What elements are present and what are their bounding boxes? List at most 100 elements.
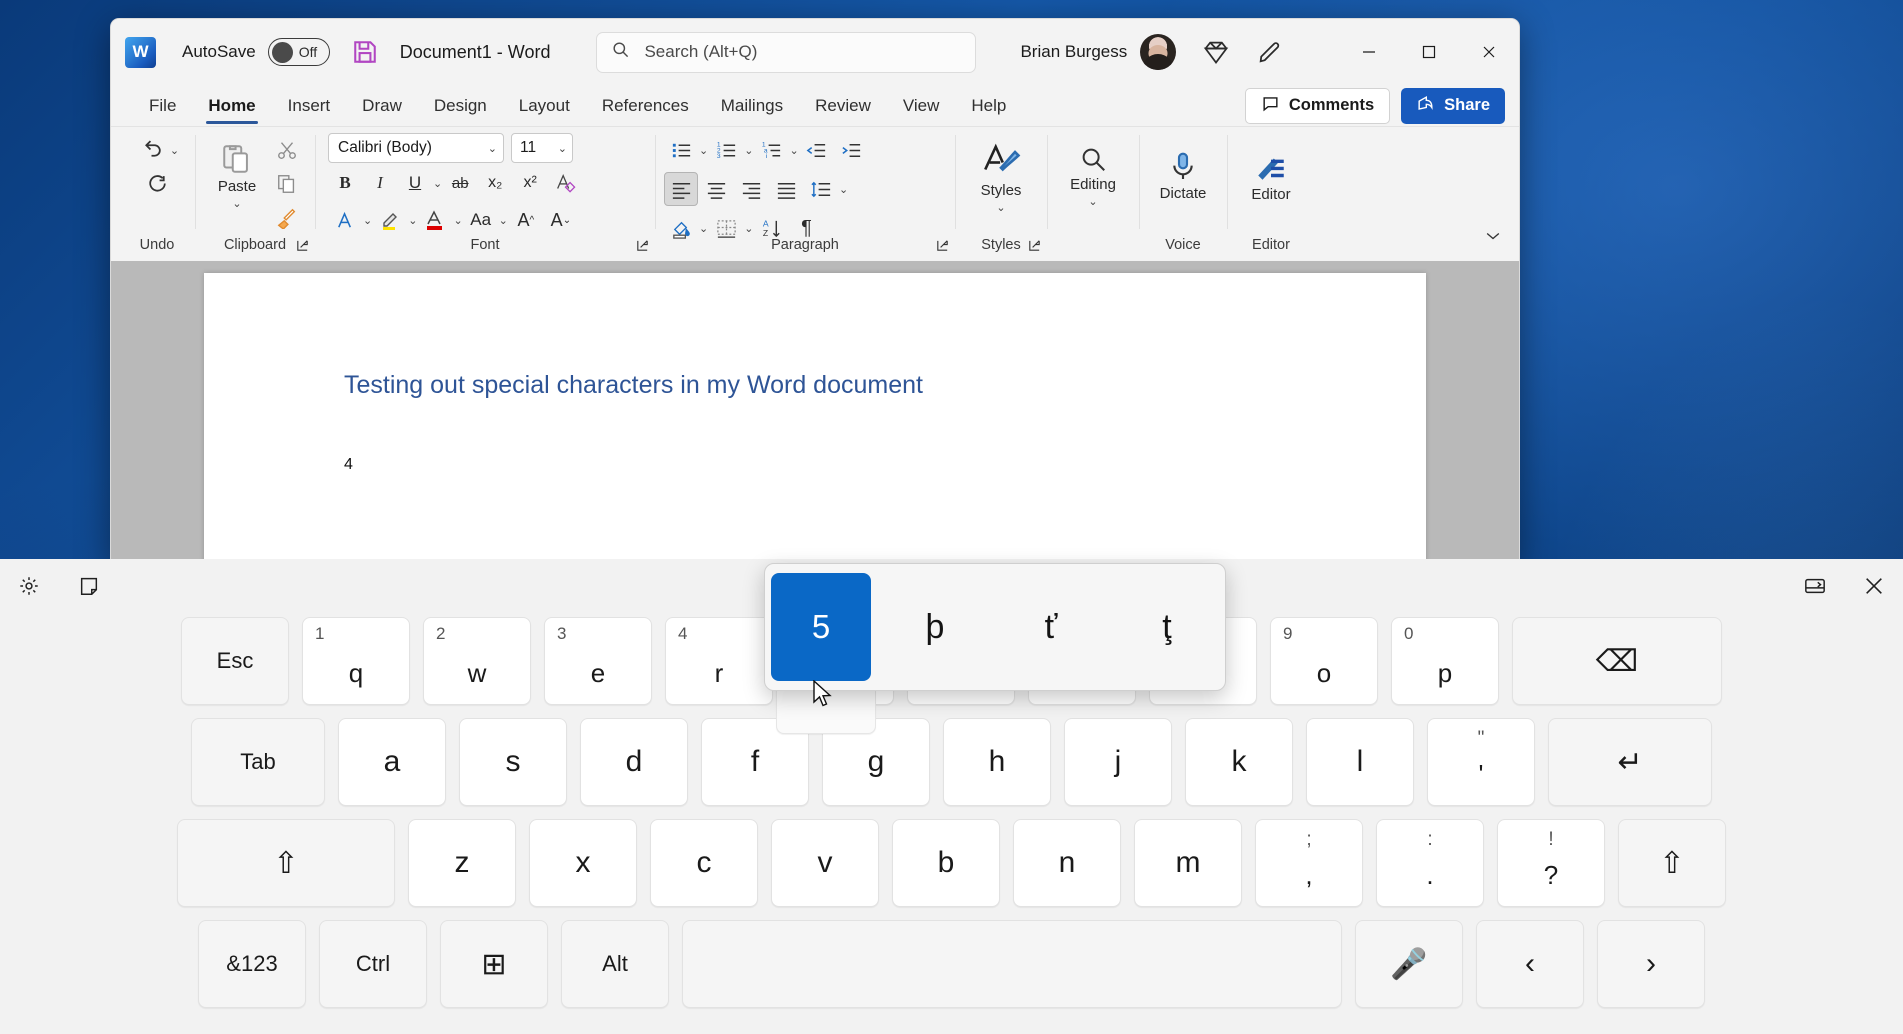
redo-button[interactable]	[135, 167, 179, 201]
save-icon[interactable]	[352, 39, 378, 65]
char-option-1[interactable]: þ	[877, 608, 993, 647]
comments-button[interactable]: Comments	[1245, 88, 1390, 124]
key-r[interactable]: 4r	[665, 617, 773, 705]
text-highlight-dropdown-icon[interactable]: ⌄	[408, 214, 417, 227]
key-c[interactable]: c	[650, 819, 758, 907]
bold-button[interactable]: B	[328, 166, 362, 200]
search-input[interactable]: Search (Alt+Q)	[596, 32, 976, 73]
close-icon[interactable]	[1863, 575, 1885, 602]
borders-dropdown-icon[interactable]: ⌄	[744, 222, 753, 235]
undo-dropdown-icon[interactable]: ⌄	[170, 144, 179, 157]
key-q[interactable]: 1q	[302, 617, 410, 705]
key-a[interactable]: a	[338, 718, 446, 806]
key-ctrl[interactable]: Ctrl	[319, 920, 427, 1008]
multilevel-list-button[interactable]: 1ai	[754, 133, 788, 167]
grow-font-button[interactable]: A^	[509, 203, 543, 237]
key-v[interactable]: v	[771, 819, 879, 907]
text-effects-dropdown-icon[interactable]: ⌄	[363, 214, 372, 227]
align-right-button[interactable]	[734, 172, 768, 206]
key-apostrophe[interactable]: "'	[1427, 718, 1535, 806]
align-left-button[interactable]	[664, 172, 698, 206]
numbered-list-button[interactable]: 123	[709, 133, 743, 167]
key-o[interactable]: 9o	[1270, 617, 1378, 705]
document-page[interactable]: Testing out special characters in my Wor…	[204, 273, 1426, 563]
editing-button[interactable]: Editing ⌄	[1062, 133, 1124, 219]
key-question[interactable]: !?	[1497, 819, 1605, 907]
tab-design[interactable]: Design	[418, 85, 503, 126]
tab-help[interactable]: Help	[955, 85, 1022, 126]
key-arrow-left[interactable]: ‹	[1476, 920, 1584, 1008]
italic-button[interactable]: I	[363, 166, 397, 200]
paste-button[interactable]: Paste ⌄	[206, 133, 268, 219]
tab-insert[interactable]: Insert	[272, 85, 347, 126]
shrink-font-button[interactable]: A⌄	[544, 203, 578, 237]
numbered-list-dropdown-icon[interactable]: ⌄	[744, 144, 753, 157]
minimize-button[interactable]	[1339, 19, 1399, 85]
diamond-icon[interactable]	[1202, 38, 1230, 66]
decrease-indent-button[interactable]	[800, 133, 834, 167]
maximize-button[interactable]	[1399, 19, 1459, 85]
share-button[interactable]: Share	[1401, 88, 1505, 124]
shading-dropdown-icon[interactable]: ⌄	[699, 222, 708, 235]
key-b[interactable]: b	[892, 819, 1000, 907]
tab-view[interactable]: View	[887, 85, 956, 126]
autosave-toggle[interactable]: Off	[268, 38, 330, 66]
key-d[interactable]: d	[580, 718, 688, 806]
font-size-dropdown-icon[interactable]: ⌄	[558, 142, 567, 155]
key-s[interactable]: s	[459, 718, 567, 806]
key-symbols[interactable]: &123	[198, 920, 306, 1008]
paragraph-dialog-launcher-icon[interactable]	[935, 238, 951, 254]
key-j[interactable]: j	[1064, 718, 1172, 806]
align-center-button[interactable]	[699, 172, 733, 206]
subscript-button[interactable]: x₂	[478, 166, 512, 200]
strikethrough-button[interactable]: ab	[443, 166, 477, 200]
key-h[interactable]: h	[943, 718, 1051, 806]
tab-draw[interactable]: Draw	[346, 85, 418, 126]
key-z[interactable]: z	[408, 819, 516, 907]
clear-formatting-button[interactable]	[548, 166, 582, 200]
superscript-button[interactable]: x²	[513, 166, 547, 200]
key-e[interactable]: 3e	[544, 617, 652, 705]
sticker-icon[interactable]	[78, 575, 100, 602]
tab-review[interactable]: Review	[799, 85, 887, 126]
key-backspace[interactable]: ⌫	[1512, 617, 1722, 705]
key-m[interactable]: m	[1134, 819, 1242, 907]
paste-dropdown-icon[interactable]: ⌄	[232, 197, 241, 210]
key-p[interactable]: 0p	[1391, 617, 1499, 705]
tab-file[interactable]: File	[133, 85, 192, 126]
close-button[interactable]	[1459, 19, 1519, 85]
key-w[interactable]: 2w	[423, 617, 531, 705]
change-case-button[interactable]: Aa	[464, 203, 498, 237]
char-option-selected[interactable]: 5	[771, 573, 871, 681]
text-effects-button[interactable]	[328, 203, 362, 237]
copy-button[interactable]	[270, 167, 304, 201]
line-spacing-dropdown-icon[interactable]: ⌄	[839, 183, 848, 196]
undo-button[interactable]	[135, 133, 169, 167]
key-arrow-right[interactable]: ›	[1597, 920, 1705, 1008]
clipboard-dialog-launcher-icon[interactable]	[295, 238, 311, 254]
tab-home[interactable]: Home	[192, 85, 271, 126]
key-comma[interactable]: ;,	[1255, 819, 1363, 907]
underline-dropdown-icon[interactable]: ⌄	[433, 177, 442, 190]
tab-layout[interactable]: Layout	[503, 85, 586, 126]
font-color-dropdown-icon[interactable]: ⌄	[453, 214, 462, 227]
dictate-button[interactable]: Dictate	[1152, 133, 1214, 219]
gear-icon[interactable]	[18, 575, 40, 602]
key-enter[interactable]: ↵	[1548, 718, 1712, 806]
underline-button[interactable]: U	[398, 166, 432, 200]
key-tab[interactable]: Tab	[191, 718, 325, 806]
key-esc[interactable]: Esc	[181, 617, 289, 705]
increase-indent-button[interactable]	[835, 133, 869, 167]
collapse-ribbon-icon[interactable]	[1483, 226, 1503, 251]
styles-button[interactable]: Styles ⌄	[970, 133, 1032, 219]
font-color-button[interactable]	[418, 203, 452, 237]
char-option-3[interactable]: ţ	[1109, 608, 1225, 647]
key-shift-left[interactable]: ⇧	[177, 819, 395, 907]
key-period[interactable]: :.	[1376, 819, 1484, 907]
font-size-input[interactable]: 11 ⌄	[511, 133, 573, 163]
editor-button[interactable]: Editor	[1240, 133, 1302, 219]
key-alt[interactable]: Alt	[561, 920, 669, 1008]
styles-dialog-launcher-icon[interactable]	[1027, 238, 1043, 254]
format-painter-button[interactable]	[270, 201, 304, 235]
font-dialog-launcher-icon[interactable]	[635, 238, 651, 254]
